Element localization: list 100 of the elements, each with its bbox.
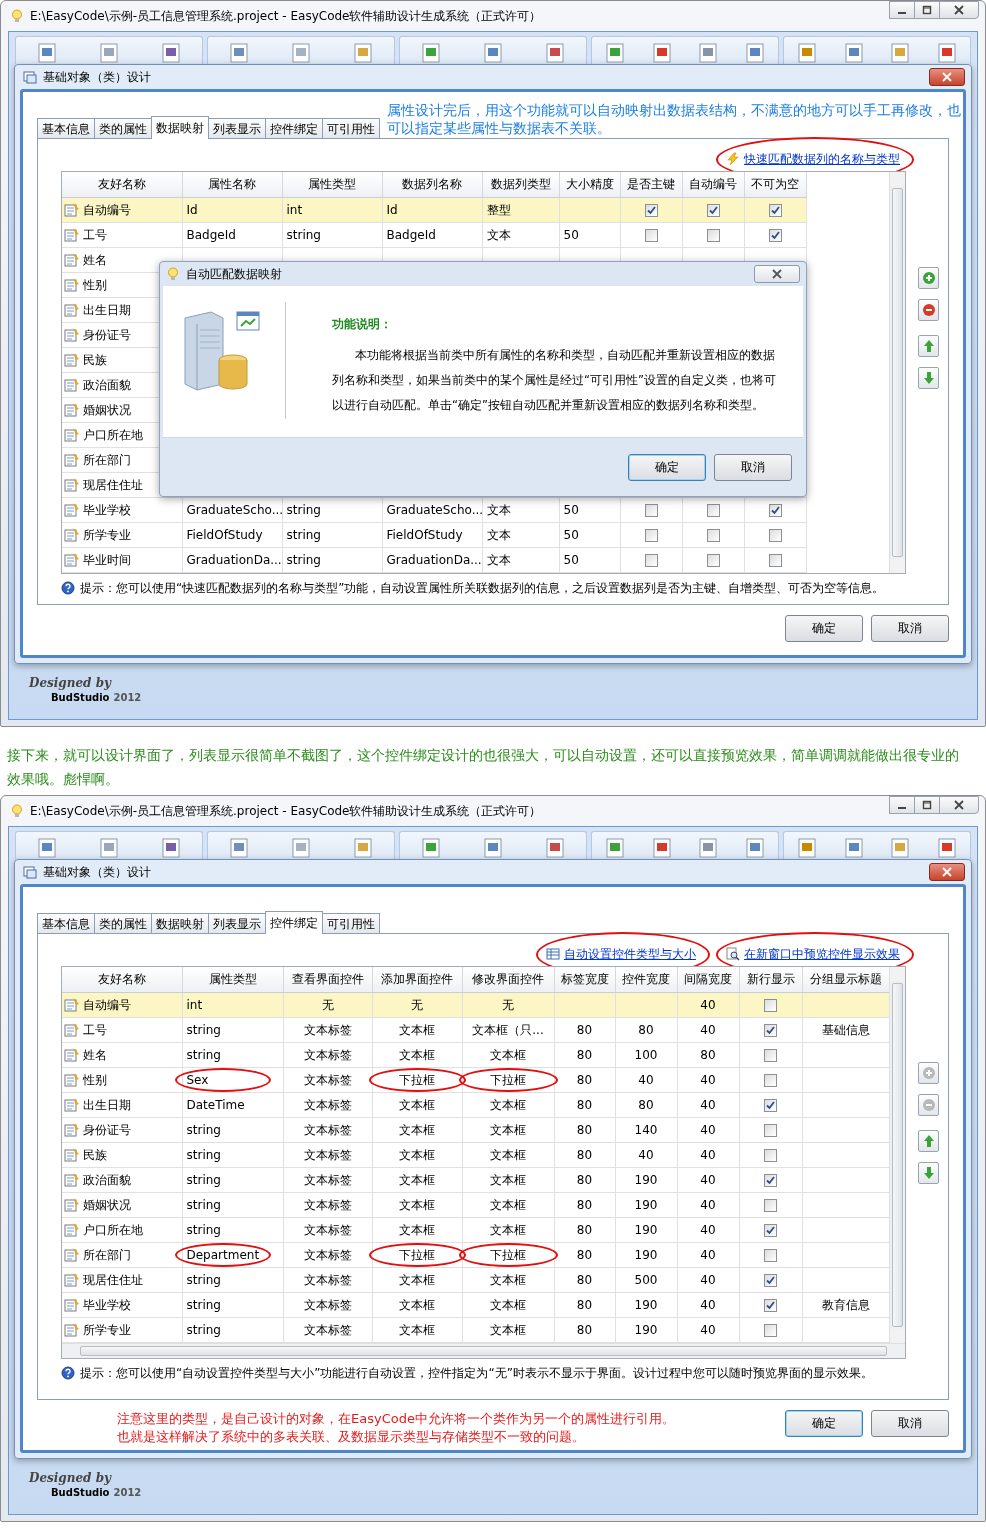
toolbar-icon[interactable] [935,42,958,64]
column-header[interactable]: 分组显示标题 [802,967,889,993]
close-button[interactable] [939,796,979,814]
close-button[interactable] [754,265,800,283]
checkbox[interactable] [764,1174,777,1187]
column-header[interactable]: 新行显示 [739,967,802,993]
column-header[interactable]: 友好名称 [62,967,182,993]
dialog-button[interactable]: 确定 [785,1410,863,1437]
column-header[interactable]: 属性名称 [182,172,282,198]
checkbox[interactable] [706,529,720,542]
column-header[interactable]: 大小精度 [559,172,620,198]
checkbox[interactable] [644,229,658,242]
checkbox[interactable] [764,1099,777,1112]
toolbar-icon[interactable] [889,837,912,859]
down-button[interactable] [918,367,939,389]
column-header[interactable]: 标签宽度 [554,967,615,993]
checkbox[interactable] [764,1299,777,1312]
toolbar-icon[interactable] [228,837,250,859]
checkbox[interactable] [768,504,782,517]
close-button[interactable] [929,68,965,86]
dialog-button[interactable]: 取消 [871,1410,949,1437]
toolbar-icon[interactable] [290,837,312,859]
toolbar-icon[interactable] [290,42,312,64]
toolbar-icon[interactable] [697,837,720,859]
checkbox[interactable] [706,504,720,517]
scrollbar[interactable] [889,967,905,1343]
minimize-button[interactable] [889,1,915,19]
toolbar-icon[interactable] [650,837,673,859]
dialog-button[interactable]: 确定 [785,615,863,642]
checkbox[interactable] [644,504,658,517]
column-header[interactable]: 间隔宽度 [677,967,739,993]
checkbox[interactable] [764,1249,777,1262]
checkbox[interactable] [706,229,720,242]
toolbar-icon[interactable] [796,42,819,64]
toolbar-icon[interactable] [935,837,958,859]
checkbox[interactable] [706,204,720,217]
tab[interactable]: 列表显示 [208,913,266,933]
toolbar-icon[interactable] [482,837,504,859]
maximize-button[interactable] [914,1,940,19]
toolbar-icon[interactable] [352,837,374,859]
toolbar-icon[interactable] [482,42,504,64]
tab[interactable]: 基本信息 [37,913,95,933]
checkbox[interactable] [764,999,777,1012]
scrollbar[interactable] [62,1343,905,1358]
checkbox[interactable] [706,554,720,567]
maximize-button[interactable] [914,796,940,814]
toolbar-icon[interactable] [743,42,766,64]
dialog-button[interactable]: 确定 [628,453,706,481]
toolbar-icon[interactable] [544,837,566,859]
checkbox[interactable] [644,529,658,542]
checkbox[interactable] [764,1074,777,1087]
checkbox[interactable] [644,554,658,567]
toolbar-icon[interactable] [36,837,58,859]
checkbox[interactable] [764,1049,777,1062]
toolbar-icon[interactable] [420,837,442,859]
column-header[interactable]: 数据列类型 [482,172,559,198]
column-header[interactable]: 控件宽度 [615,967,677,993]
remove-button[interactable] [918,299,939,321]
toolbar-icon[interactable] [842,837,865,859]
toolbar-icon[interactable] [743,837,766,859]
checkbox[interactable] [764,1024,777,1037]
tab[interactable]: 类的属性 [94,118,152,138]
close-button[interactable] [939,1,979,19]
checkbox[interactable] [768,554,782,567]
checkbox[interactable] [764,1199,777,1212]
toolbar-icon[interactable] [796,837,819,859]
checkbox[interactable] [764,1324,777,1337]
tab[interactable]: 类的属性 [94,913,152,933]
dialog-button[interactable]: 取消 [871,615,949,642]
column-header[interactable]: 自动编号 [682,172,744,198]
column-header[interactable]: 友好名称 [62,172,182,198]
add-button[interactable] [918,267,939,289]
toolbar-icon[interactable] [544,42,566,64]
toolbar-icon[interactable] [352,42,374,64]
column-header[interactable]: 属性类型 [182,967,283,993]
tab[interactable]: 可引用性 [322,913,380,933]
tab[interactable]: 可引用性 [322,118,380,138]
checkbox[interactable] [768,229,782,242]
toolbar-icon[interactable] [36,42,58,64]
up-button[interactable] [918,335,939,357]
toolbar-icon[interactable] [160,837,182,859]
toolbar-icon[interactable] [228,42,250,64]
toolbar-icon[interactable] [604,42,627,64]
checkbox[interactable] [764,1124,777,1137]
minimize-button[interactable] [889,796,915,814]
toolbar-icon[interactable] [420,42,442,64]
column-header[interactable]: 查看界面控件 [283,967,372,993]
checkbox[interactable] [764,1149,777,1162]
close-button[interactable] [929,863,965,881]
checkbox[interactable] [644,204,658,217]
toolbar-icon[interactable] [160,42,182,64]
column-header[interactable]: 是否主键 [620,172,682,198]
link[interactable]: 快速匹配数据列的名称与类型 [726,150,900,168]
column-header[interactable]: 不可为空 [744,172,806,198]
toolbar-icon[interactable] [650,42,673,64]
toolbar-icon[interactable] [697,42,720,64]
scrollbar[interactable] [889,172,905,573]
up-button[interactable] [918,1130,939,1152]
tab[interactable]: 数据映射 [151,913,209,933]
tab[interactable]: 控件绑定 [265,911,323,934]
